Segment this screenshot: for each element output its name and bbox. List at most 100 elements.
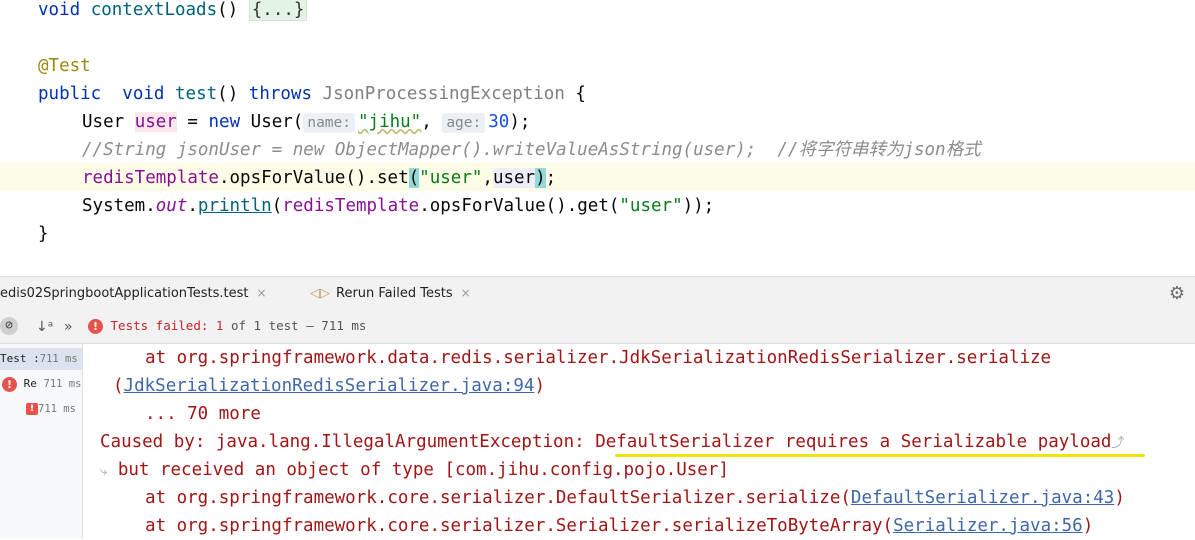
system-class: System.: [82, 196, 156, 216]
error-icon: !: [88, 319, 103, 334]
status-time: 711 ms: [321, 318, 367, 333]
statement-end: );: [509, 112, 531, 132]
stack-line: at org.springframework.data.redis.serial…: [145, 344, 1051, 372]
close-brace: }: [38, 224, 49, 244]
run-tab-bar: edis02SpringbootApplicationTests.test × ◁…: [0, 277, 1195, 311]
source-link[interactable]: DefaultSerializer.java:43: [851, 488, 1114, 508]
string-literal: "user": [419, 168, 483, 188]
tree-item-label: Test :: [0, 352, 40, 365]
stop-icon[interactable]: ⊘: [0, 317, 18, 335]
code-line-comment[interactable]: //String jsonUser = new ObjectMapper().w…: [82, 136, 981, 164]
code-line-method-signature[interactable]: public void test() throws JsonProcessing…: [38, 80, 586, 108]
exception-detail: but received an object of type [com.jihu…: [117, 460, 729, 480]
open-brace: {: [575, 84, 586, 104]
method-name: contextLoads: [90, 0, 218, 20]
status-failed-count: 1: [215, 318, 224, 333]
stack-line: at org.springframework.core.serializer.D…: [145, 488, 1125, 508]
method-chain: .opsForValue().get(: [419, 196, 620, 216]
status-failed-label: Tests failed:: [110, 318, 209, 333]
close-icon[interactable]: ×: [461, 286, 471, 300]
tab-rerun-failed[interactable]: ◁▷ Rerun Failed Tests ×: [310, 277, 471, 309]
stack-line: at org.springframework.core.serializer.S…: [145, 516, 1094, 536]
method-chain: .opsForValue().set: [218, 168, 409, 188]
wrap-continuation-icon: ⤷: [100, 464, 108, 479]
comma: ,: [421, 112, 432, 132]
code-line-user-creation[interactable]: User user = new User(name: "jihu", age: 30…: [82, 108, 530, 136]
code-editor[interactable]: void contextLoads() {...} @Test public v…: [0, 0, 1195, 276]
error-icon: !: [2, 376, 17, 392]
method-println: println: [197, 196, 272, 216]
number-literal: 30: [488, 112, 510, 132]
test-status: ! Tests failed: 1 of 1 test – 711 ms: [88, 318, 366, 334]
keyword-void: void: [122, 84, 165, 104]
exception-message: DefaultSerializer requires a Serializabl…: [595, 432, 1112, 452]
folded-code-block[interactable]: {...}: [248, 0, 308, 21]
source-link[interactable]: Serializer.java:56: [893, 516, 1083, 536]
keyword-throws: throws: [248, 84, 312, 104]
tree-item-test-method[interactable]: ! 711 ms: [26, 398, 76, 420]
sort-alphabetically-icon[interactable]: ↓ᵃ: [36, 316, 53, 338]
comma: ,: [482, 168, 493, 188]
constructor-call: User(: [250, 112, 304, 132]
status-total: of 1 test: [230, 318, 299, 333]
tab-test-run-label: edis02SpringbootApplicationTests.test: [0, 286, 249, 301]
stack-line: (JdkSerializationRedisSerializer.java:94…: [113, 376, 545, 396]
status-dash: –: [306, 318, 314, 333]
dot: .: [187, 196, 198, 216]
keyword-new: new: [208, 112, 241, 132]
type-name: User: [82, 112, 125, 132]
parameter-hint-name: name:: [303, 113, 355, 133]
keyword: void: [38, 0, 81, 20]
parameter-hint-age: age:: [442, 113, 486, 133]
stack-text: at org.springframework.data.redis.serial…: [145, 348, 1052, 368]
exception-type: JsonProcessingException: [322, 84, 565, 104]
code-line-println[interactable]: System.out.println(redisTemplate.opsForV…: [82, 192, 714, 220]
field-redis-template: redisTemplate: [82, 168, 219, 188]
code-line-redis-set[interactable]: redisTemplate.opsForValue().set("user",u…: [82, 164, 556, 192]
rerun-icon: ◁▷: [310, 286, 330, 301]
tab-test-run[interactable]: edis02SpringbootApplicationTests.test ×: [0, 277, 267, 309]
static-field-out: out: [155, 196, 188, 216]
test-tree: Test :711 ms ! Re 711 ms ! 711 ms: [0, 344, 83, 539]
argument-user: user: [492, 168, 536, 188]
tree-item-label: Re: [23, 377, 37, 390]
error-icon: !: [26, 403, 38, 415]
paren-open: (: [271, 196, 283, 216]
tree-item-test[interactable]: Test :711 ms: [0, 348, 82, 370]
more-actions-icon[interactable]: »: [64, 316, 73, 338]
statement-end: ));: [682, 196, 715, 216]
code-line-annotation[interactable]: @Test: [38, 52, 91, 80]
field-redis-template: redisTemplate: [282, 196, 420, 216]
annotation: @Test: [38, 56, 91, 76]
run-tool-window: edis02SpringbootApplicationTests.test × ◁…: [0, 276, 1195, 539]
exception-prefix: Caused by: java.lang.IllegalArgumentExce…: [100, 432, 596, 452]
source-link[interactable]: JdkSerializationRedisSerializer.java:94: [124, 376, 535, 396]
comment-text: //String jsonUser = new ObjectMapper().w…: [82, 140, 981, 160]
keyword-public: public: [38, 84, 102, 104]
gear-icon[interactable]: ⚙: [1169, 283, 1185, 304]
console-output[interactable]: at org.springframework.data.redis.serial…: [83, 344, 1195, 539]
code-line-context-loads[interactable]: void contextLoads() {...}: [38, 0, 308, 24]
parens: (): [217, 84, 239, 104]
soft-wrap-icon: ⤴: [1111, 436, 1125, 451]
method-name: test: [175, 84, 218, 104]
operator: =: [187, 112, 198, 132]
test-toolbar: ⊘ ↓ᵃ » ! Tests failed: 1 of 1 test – 711…: [0, 310, 1195, 344]
close-icon[interactable]: ×: [257, 286, 267, 300]
tab-rerun-label: Rerun Failed Tests: [336, 286, 453, 301]
variable-user: user: [134, 112, 177, 132]
tree-item-redis-tests[interactable]: ! Re 711 ms: [2, 373, 81, 395]
string-literal: "jihu": [358, 112, 422, 132]
matched-paren-open: (: [408, 168, 420, 188]
parens: (): [217, 0, 239, 20]
semicolon: ;: [545, 168, 557, 188]
code-line-close-brace[interactable]: }: [38, 220, 49, 248]
stack-text: at org.springframework.core.serializer.S…: [145, 516, 883, 536]
caused-by-line: Caused by: java.lang.IllegalArgumentExce…: [100, 428, 1124, 456]
string-literal: "user": [619, 196, 683, 216]
stack-line: ... 70 more: [145, 400, 261, 428]
tree-item-time: 711 ms: [43, 378, 82, 390]
caused-by-continuation: ⤷ but received an object of type [com.ji…: [100, 456, 729, 484]
stack-text: at org.springframework.core.serializer.D…: [145, 488, 841, 508]
tree-item-time: 711 ms: [39, 353, 78, 365]
